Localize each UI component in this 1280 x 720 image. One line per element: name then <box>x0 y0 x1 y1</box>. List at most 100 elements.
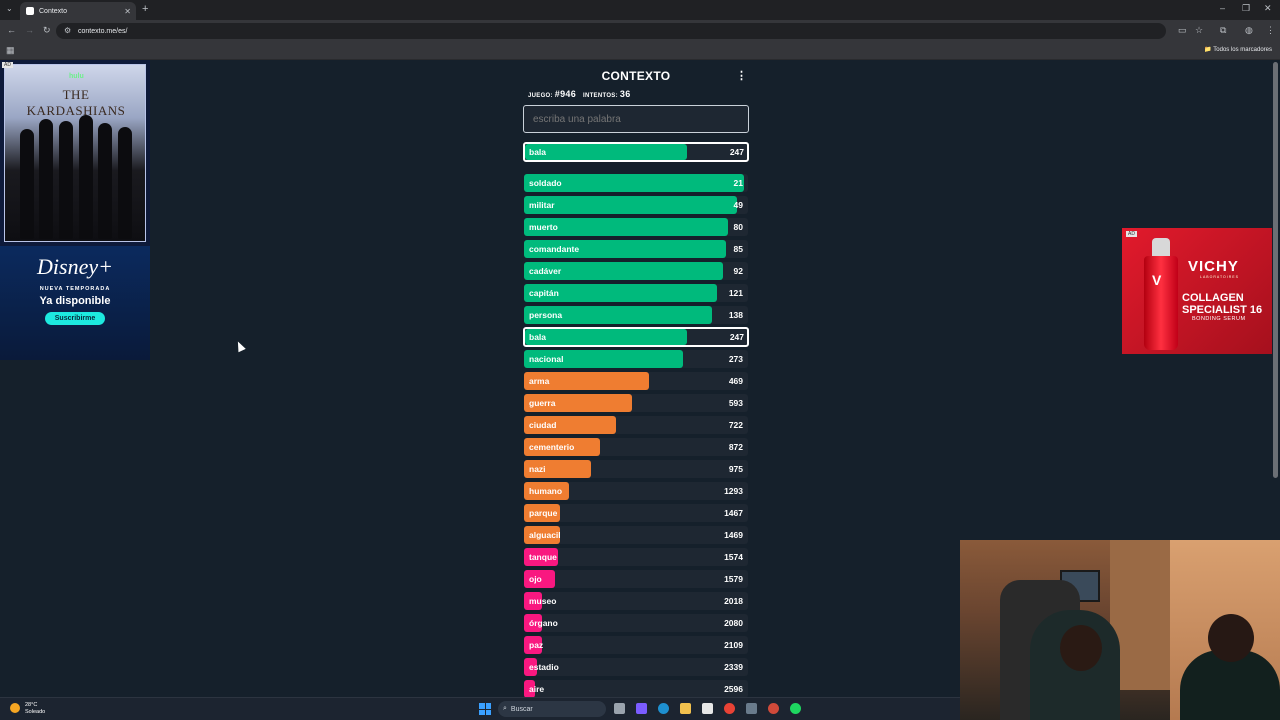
profile-icon[interactable]: ◍ <box>1245 25 1253 36</box>
guess-row: arma 469 <box>524 372 748 390</box>
guess-word: museo <box>529 596 557 606</box>
guess-row: soldado 21 <box>524 174 748 192</box>
extensions-icon[interactable]: ⧉ <box>1220 25 1226 36</box>
store-icon[interactable] <box>702 703 713 714</box>
guess-rank: 593 <box>728 398 743 408</box>
chrome-icon[interactable] <box>724 703 735 714</box>
tab-search-icon[interactable]: ⌄ <box>6 4 13 13</box>
spotify-icon[interactable] <box>790 703 801 714</box>
close-window-icon[interactable]: ✕ <box>1264 3 1272 14</box>
close-tab-icon[interactable]: ✕ <box>124 7 131 16</box>
guess-word: aire <box>529 684 545 694</box>
guess-row: alguacil 1469 <box>524 526 748 544</box>
ad-product-name: COLLAGEN SPECIALIST 16 <box>1182 292 1262 316</box>
ad-banner-right[interactable]: AD V VICHY LABORATOIRES COLLAGEN SPECIAL… <box>1122 228 1272 354</box>
guess-row: aire 2596 <box>524 680 748 698</box>
guess-input[interactable] <box>523 105 749 133</box>
guess-row-current: bala 247 <box>523 327 749 347</box>
guess-word: ojo <box>529 574 542 584</box>
taskbar-search[interactable]: ⌕ Buscar <box>498 701 606 717</box>
guess-word: guerra <box>529 398 556 408</box>
apps-grid-icon[interactable]: ▦ <box>6 45 15 56</box>
url-text: contexto.me/es/ <box>78 27 128 35</box>
product-line-2: SPECIALIST 16 <box>1182 304 1263 316</box>
guess-word: estadio <box>529 662 559 672</box>
attempts-count: 36 <box>619 89 631 99</box>
serum-bottle-image <box>1144 256 1178 350</box>
guess-rank: 1467 <box>724 508 743 518</box>
all-bookmarks-folder[interactable]: 📁 Todos los marcadores <box>1204 46 1272 53</box>
guess-rank: 2018 <box>724 596 743 606</box>
favicon-icon <box>26 7 34 15</box>
guess-row: guerra 593 <box>524 394 748 412</box>
serum-dropper <box>1152 238 1170 258</box>
windows-taskbar: 28°C Soleado ⌕ Buscar <box>0 697 960 720</box>
guess-rank: 121 <box>728 288 743 298</box>
ad-subscribe-button[interactable]: Suscribirme <box>44 312 106 325</box>
guess-row: ojo 1579 <box>524 570 748 588</box>
guess-word: bala <box>529 332 547 342</box>
guess-word: paz <box>529 640 544 650</box>
guess-row: parque 1467 <box>524 504 748 522</box>
weather-widget[interactable]: 28°C Soleado <box>25 702 45 716</box>
guess-rank: 469 <box>728 376 743 386</box>
minimize-icon[interactable]: – <box>1220 3 1225 13</box>
guess-word: persona <box>529 310 563 320</box>
guess-word: tanque <box>529 552 557 562</box>
guess-word: alguacil <box>529 530 561 540</box>
copilot-icon[interactable] <box>636 703 647 714</box>
attempts-label: INTENTOS: <box>582 93 618 99</box>
guess-rank: 2109 <box>724 640 743 650</box>
more-vertical-icon[interactable]: ⋮ <box>736 69 747 82</box>
guess-row: nacional 273 <box>524 350 748 368</box>
guess-row: muerto 80 <box>524 218 748 236</box>
guess-word: órgano <box>529 618 558 628</box>
windows-start-icon[interactable] <box>479 703 491 715</box>
guess-rank: 2080 <box>724 618 743 628</box>
guess-rank: 247 <box>729 332 744 342</box>
guess-row: órgano 2080 <box>524 614 748 632</box>
guess-word: muerto <box>529 222 558 232</box>
app-icon[interactable] <box>746 703 757 714</box>
guess-rank: 247 <box>729 147 744 157</box>
cast-icon[interactable]: ▭ <box>1178 25 1187 36</box>
back-icon[interactable]: ← <box>7 25 16 35</box>
forward-icon[interactable]: → <box>25 25 34 35</box>
guess-rank: 1293 <box>724 486 743 496</box>
guess-rank: 80 <box>733 222 743 232</box>
file-explorer-icon[interactable] <box>680 703 691 714</box>
reload-icon[interactable]: ↻ <box>43 25 51 36</box>
browser-tab-contexto[interactable]: Contexto ✕ <box>20 2 136 20</box>
address-bar[interactable]: ⚙ contexto.me/es/ <box>56 23 1166 39</box>
browser-tab-bar: ⌄ Contexto ✕ + – ❐ ✕ <box>0 0 1280 20</box>
guess-row: comandante 85 <box>524 240 748 258</box>
guess-row: tanque 1574 <box>524 548 748 566</box>
tab-title: Contexto <box>39 7 68 15</box>
recorder-icon[interactable] <box>768 703 779 714</box>
sun-icon[interactable] <box>10 703 20 713</box>
guess-row: museo 2018 <box>524 592 748 610</box>
bookmark-star-icon[interactable]: ☆ <box>1195 25 1203 36</box>
task-view-icon[interactable] <box>614 703 625 714</box>
site-info-icon[interactable]: ⚙ <box>64 26 71 35</box>
mouse-cursor <box>234 339 246 353</box>
similarity-bar <box>525 329 688 345</box>
guess-rank: 21 <box>733 178 743 188</box>
edge-icon[interactable] <box>658 703 669 714</box>
guess-rank: 975 <box>728 464 743 474</box>
all-bookmarks-label: Todos los marcadores <box>1213 47 1272 53</box>
page-scrollbar[interactable] <box>1273 62 1278 478</box>
browser-toolbar: ← → ↻ ⚙ contexto.me/es/ ▭ ☆ ⧉ ◍ ⋮ <box>0 20 1280 42</box>
restore-icon[interactable]: ❐ <box>1242 3 1250 14</box>
guess-row: cadáver 92 <box>524 262 748 280</box>
ad-headline: Ya disponible <box>39 295 111 307</box>
ad-banner-left[interactable]: hulu THE KARDASHIANS Disney+ NUEVA TEMPO… <box>0 60 150 360</box>
guess-row: capitán 121 <box>524 284 748 302</box>
vichy-logo: VICHY <box>1188 258 1239 275</box>
guess-rank: 1574 <box>724 552 743 562</box>
guess-row: humano 1293 <box>524 482 748 500</box>
browser-menu-icon[interactable]: ⋮ <box>1266 25 1275 36</box>
guess-word: bala <box>529 147 547 157</box>
new-tab-icon[interactable]: + <box>142 3 148 15</box>
guess-rank: 2339 <box>724 662 743 672</box>
